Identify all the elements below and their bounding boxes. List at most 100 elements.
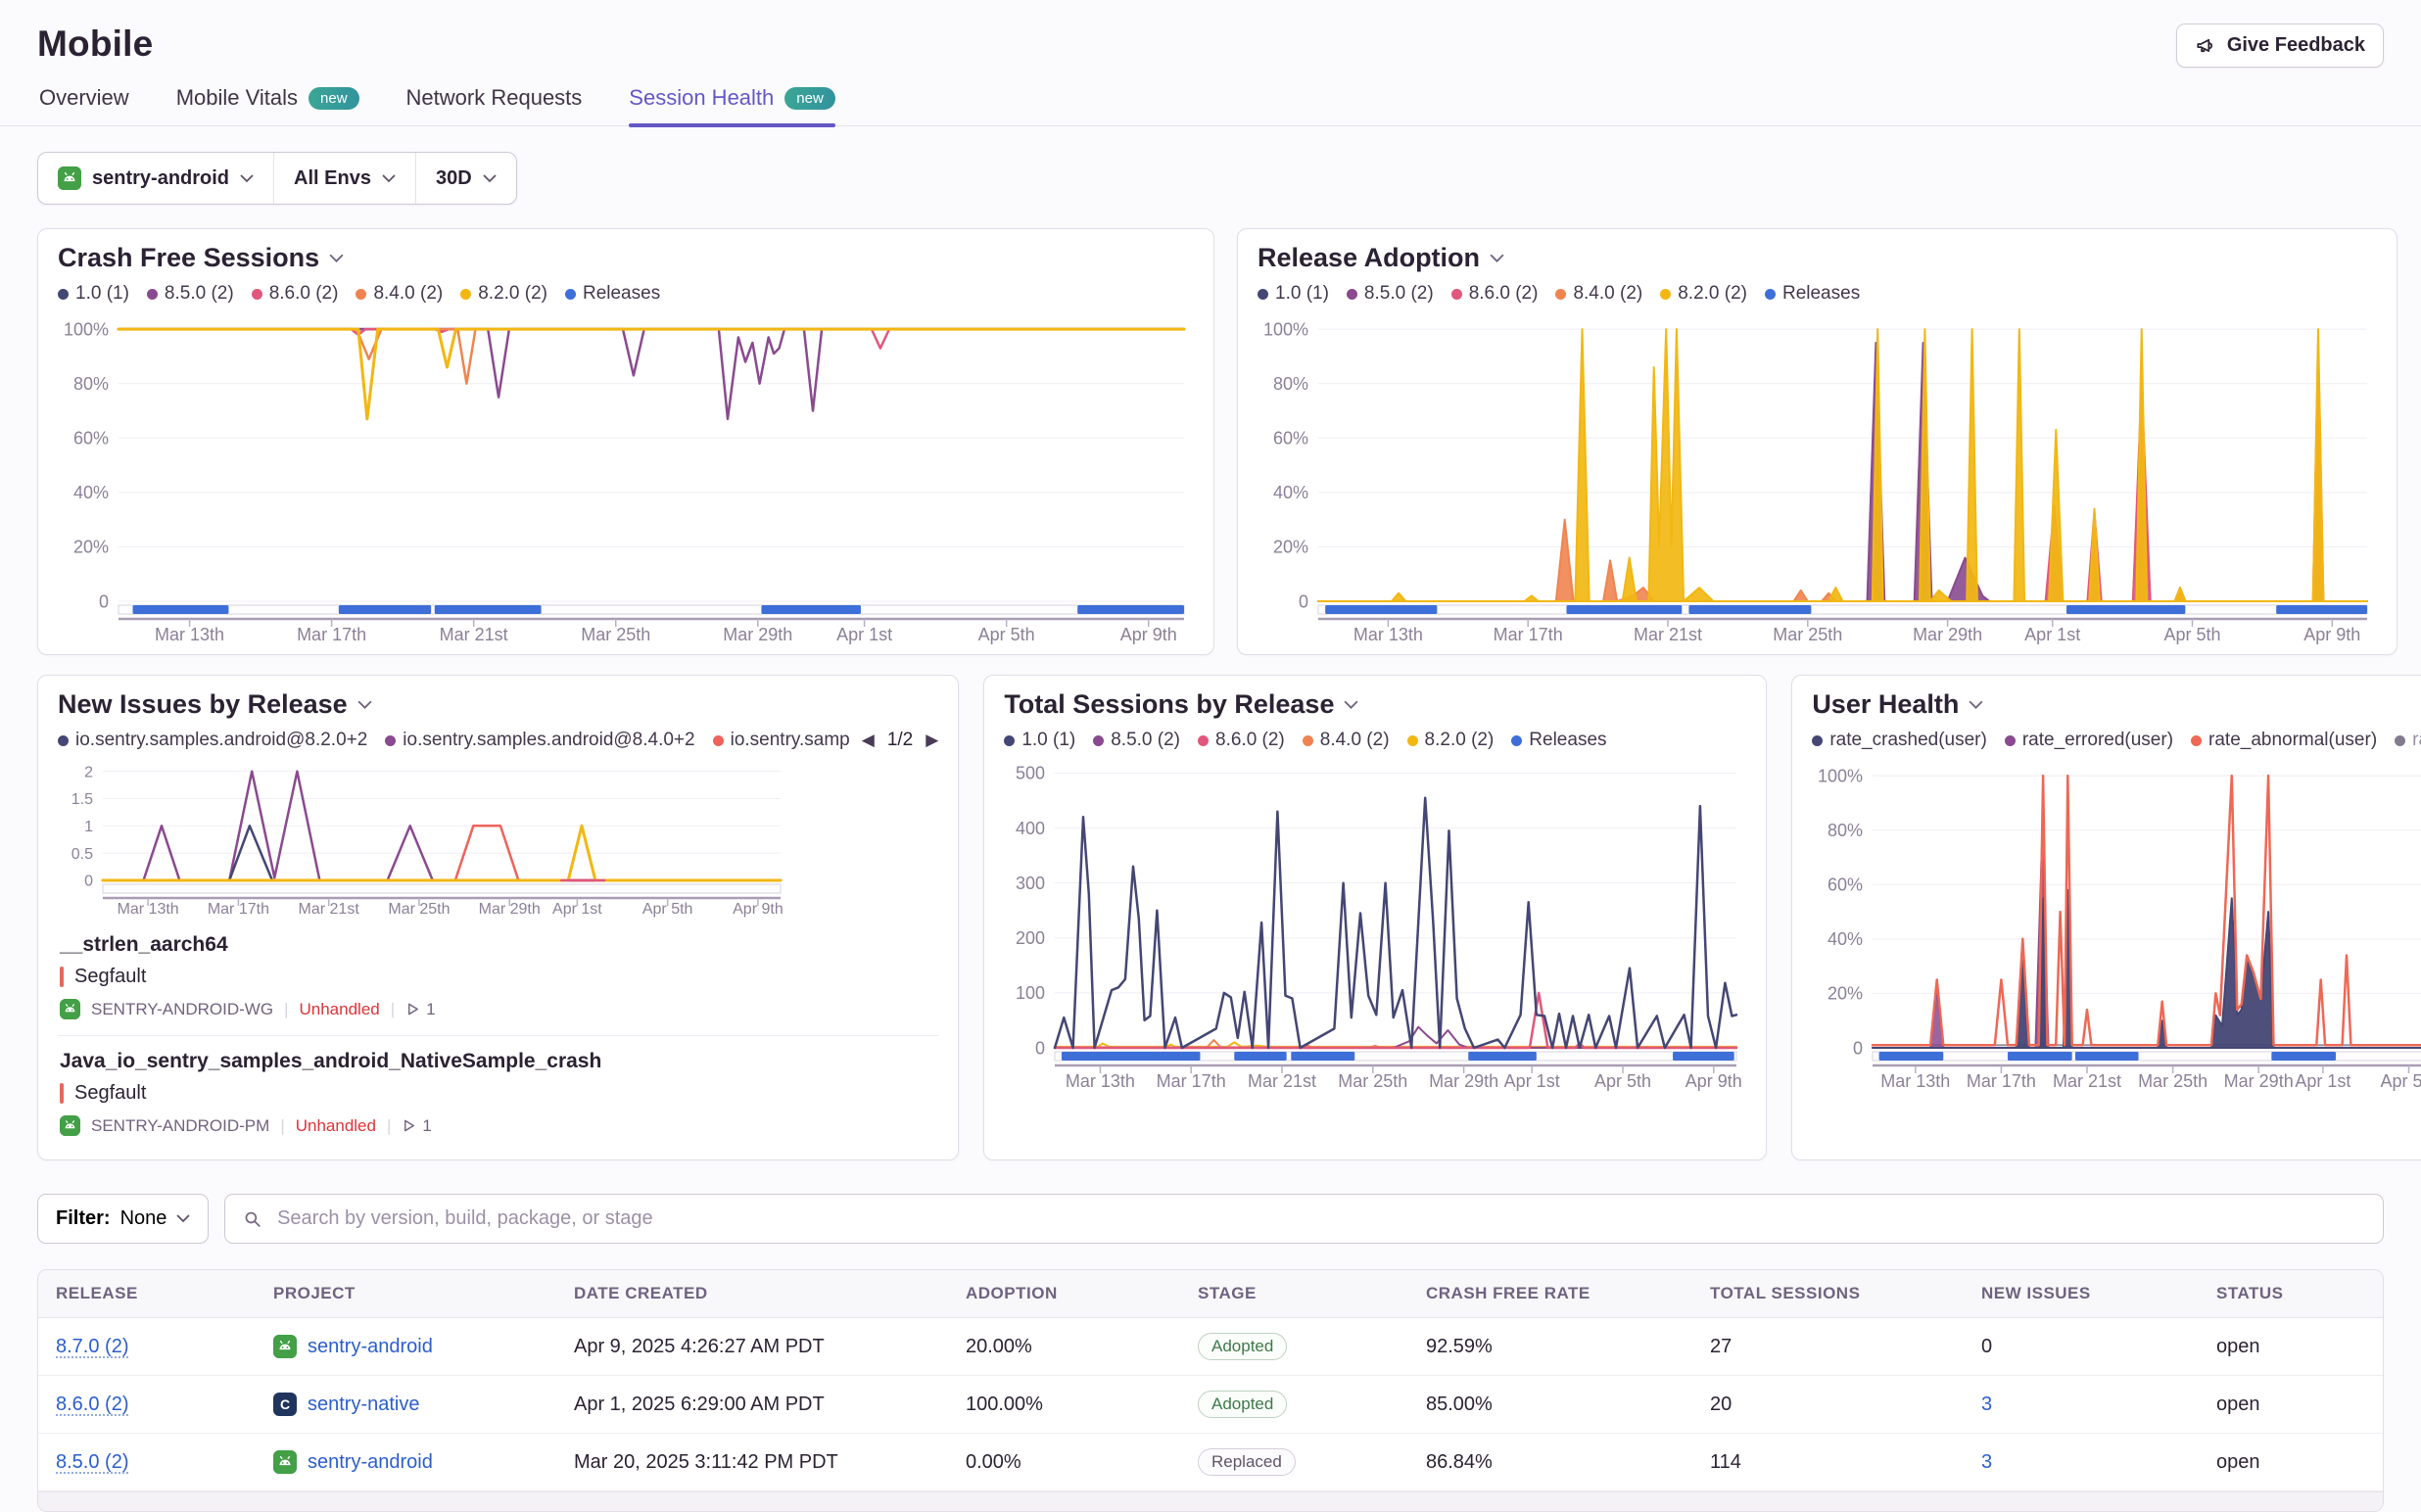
col-total-sessions[interactable]: TOTAL SESSIONS — [1692, 1270, 1964, 1318]
col-release[interactable]: RELEASE — [38, 1270, 256, 1318]
crash-free-sessions-title[interactable]: Crash Free Sessions — [58, 243, 1194, 273]
issue-item[interactable]: __strlen_aarch64 Segfault SENTRY-ANDROID… — [58, 920, 938, 1035]
legend-item[interactable]: 8.2.0 (2) — [1407, 730, 1495, 751]
legend-item[interactable]: 1.0 (1) — [58, 283, 129, 305]
project-link[interactable]: sentry-native — [308, 1394, 420, 1416]
legend-item[interactable]: Releases — [1511, 730, 1606, 751]
legend-item[interactable]: rate_healthy(user) — [2395, 730, 2421, 751]
panel-title-label: User Health — [1812, 689, 1959, 720]
svg-text:Mar 29th: Mar 29th — [2224, 1071, 2294, 1091]
legend-label: Releases — [583, 283, 660, 305]
col-adoption[interactable]: ADOPTION — [948, 1270, 1180, 1318]
user-health-title[interactable]: User Health — [1812, 689, 2421, 720]
legend-item[interactable]: rate_abnormal(user) — [2191, 730, 2377, 751]
legend-dot-icon — [1004, 735, 1015, 746]
new-issues-link[interactable]: 3 — [1981, 1451, 1992, 1473]
legend-item[interactable]: Releases — [565, 283, 660, 305]
project-link[interactable]: sentry-android — [308, 1336, 433, 1358]
legend-item[interactable]: rate_crashed(user) — [1812, 730, 1987, 751]
legend-item[interactable]: rate_errored(user) — [2005, 730, 2173, 751]
svg-text:Mar 17th: Mar 17th — [1967, 1071, 2036, 1091]
legend-item[interactable]: 1.0 (1) — [1004, 730, 1075, 751]
panel-title-label: New Issues by Release — [58, 689, 348, 720]
new-issues-legend: io.sentry.samples.android@8.2.0+2 io.sent… — [58, 730, 850, 751]
legend-label: 8.2.0 (2) — [1425, 730, 1495, 751]
total-sessions-title[interactable]: Total Sessions by Release — [1004, 689, 1746, 720]
tab-overview[interactable]: Overview — [39, 85, 129, 125]
legend-dot-icon — [356, 289, 366, 300]
col-date-created[interactable]: DATE CREATED — [556, 1270, 948, 1318]
date-range-selector[interactable]: 30D — [416, 153, 516, 204]
legend-label: 8.4.0 (2) — [1573, 283, 1642, 305]
release-search[interactable] — [224, 1194, 2384, 1244]
release-link[interactable]: 8.6.0 (2) — [56, 1394, 128, 1415]
give-feedback-button[interactable]: Give Feedback — [2176, 24, 2384, 68]
page-title: Mobile — [37, 24, 153, 65]
legend-item[interactable]: io.sentry.samp — [713, 730, 850, 751]
table-row: 8.6.0 (2) C sentry-native Apr 1, 2025 6:… — [38, 1376, 2383, 1434]
legend-item[interactable]: 8.5.0 (2) — [1093, 730, 1180, 751]
svg-text:Mar 13th: Mar 13th — [118, 901, 179, 918]
legend-item[interactable]: 8.4.0 (2) — [356, 283, 443, 305]
issue-title[interactable]: __strlen_aarch64 — [60, 933, 936, 957]
legend-prev-icon[interactable]: ◀ — [862, 731, 875, 750]
legend-dot-icon — [252, 289, 262, 300]
user-health-chart[interactable]: 020%40%60%80%100%Mar 13thMar 17thMar 21s… — [1812, 755, 2421, 1093]
svg-text:Mar 17th: Mar 17th — [1494, 625, 1563, 644]
legend-item[interactable]: 8.2.0 (2) — [1660, 283, 1747, 305]
release-link[interactable]: 8.5.0 (2) — [56, 1451, 128, 1473]
svg-text:100%: 100% — [1818, 766, 1863, 785]
tab-network-requests[interactable]: Network Requests — [406, 85, 583, 125]
legend-dot-icon — [1812, 735, 1823, 746]
col-new-issues[interactable]: NEW ISSUES — [1964, 1270, 2199, 1318]
release-link[interactable]: 8.7.0 (2) — [56, 1336, 128, 1357]
play-icon — [405, 1002, 420, 1016]
table-filter-button[interactable]: Filter: None — [37, 1194, 209, 1244]
total-sessions-chart[interactable]: 0100200300400500Mar 13thMar 17thMar 21st… — [1004, 755, 1746, 1093]
legend-item[interactable]: 8.4.0 (2) — [1555, 283, 1642, 305]
tab-mobile-vitals[interactable]: Mobile Vitalsnew — [176, 85, 359, 125]
legend-dot-icon — [460, 289, 471, 300]
svg-text:60%: 60% — [73, 429, 109, 449]
col-crash-free-rate[interactable]: CRASH FREE RATE — [1408, 1270, 1692, 1318]
legend-item[interactable]: 8.6.0 (2) — [252, 283, 339, 305]
release-adoption-title[interactable]: Release Adoption — [1258, 243, 2377, 273]
issue-item[interactable]: Java_io_sentry_samples_android_NativeSam… — [58, 1035, 938, 1152]
legend-label: 1.0 (1) — [75, 283, 129, 305]
legend-label: 8.4.0 (2) — [1320, 730, 1390, 751]
legend-next-icon[interactable]: ▶ — [926, 731, 938, 750]
search-input[interactable] — [275, 1206, 2365, 1231]
tab-session-health[interactable]: Session Healthnew — [629, 85, 835, 125]
crash-free-sessions-chart[interactable]: 020%40%60%80%100%Mar 13thMar 17thMar 21s… — [58, 308, 1194, 646]
legend-item[interactable]: 8.4.0 (2) — [1303, 730, 1390, 751]
environment-selector[interactable]: All Envs — [274, 153, 416, 204]
legend-item[interactable]: 1.0 (1) — [1258, 283, 1329, 305]
issue-title[interactable]: Java_io_sentry_samples_android_NativeSam… — [60, 1050, 936, 1073]
filter-value: None — [120, 1207, 167, 1230]
release-adoption-chart[interactable]: 020%40%60%80%100%Mar 13thMar 17thMar 21s… — [1258, 308, 2377, 646]
date-created-cell: Apr 9, 2025 4:26:27 AM PDT — [556, 1318, 948, 1376]
col-project[interactable]: PROJECT — [256, 1270, 556, 1318]
legend-item[interactable]: io.sentry.samples.android@8.2.0+2 — [58, 730, 367, 751]
legend-item[interactable]: 8.6.0 (2) — [1451, 283, 1539, 305]
new-issues-title[interactable]: New Issues by Release — [58, 689, 938, 720]
legend-item[interactable]: 8.5.0 (2) — [147, 283, 234, 305]
project-selector[interactable]: sentry-android — [38, 153, 274, 204]
svg-text:Mar 13th: Mar 13th — [155, 625, 224, 644]
legend-item[interactable]: io.sentry.samples.android@8.4.0+2 — [385, 730, 694, 751]
svg-text:0: 0 — [99, 591, 109, 611]
legend-item[interactable]: 8.2.0 (2) — [460, 283, 547, 305]
stage-badge: Replaced — [1198, 1448, 1296, 1476]
legend-item[interactable]: 8.5.0 (2) — [1347, 283, 1434, 305]
project-link[interactable]: sentry-android — [308, 1451, 433, 1474]
legend-item[interactable]: 8.6.0 (2) — [1198, 730, 1285, 751]
svg-text:Mar 21st: Mar 21st — [1634, 625, 1702, 644]
col-status[interactable]: STATUS — [2199, 1270, 2383, 1318]
svg-text:Apr 1st: Apr 1st — [2296, 1071, 2351, 1091]
status-cell: open — [2199, 1376, 2383, 1434]
col-stage[interactable]: STAGE — [1180, 1270, 1408, 1318]
svg-text:Mar 29th: Mar 29th — [723, 625, 792, 644]
new-issues-link[interactable]: 3 — [1981, 1394, 1992, 1415]
legend-item[interactable]: Releases — [1765, 283, 1860, 305]
new-issues-chart[interactable]: 00.511.52Mar 13thMar 17thMar 21stMar 25t… — [58, 755, 790, 920]
